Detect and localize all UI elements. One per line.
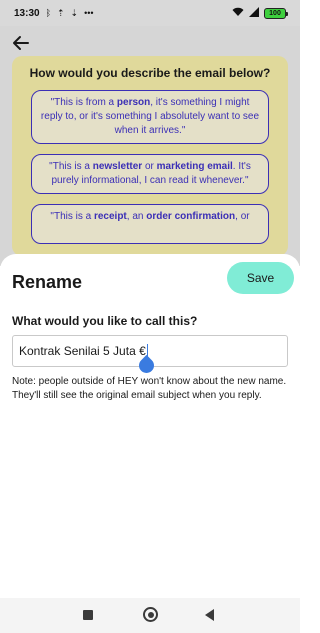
battery-icon: 100 (264, 7, 288, 19)
question-title: How would you describe the email below? (29, 66, 271, 80)
back-icon[interactable] (205, 609, 214, 621)
bluetooth-icon: ᛒ (45, 7, 51, 18)
upload-icon: ⇡ (56, 7, 65, 18)
field-label: What would you like to call this? (12, 314, 198, 328)
rename-note: Note: people outside of HEY won't know a… (12, 376, 287, 401)
option-receipt[interactable]: "This is a receipt, an order confirmatio… (31, 204, 269, 244)
status-bar: 13:30 ᛒ ⇡ ⇣ ••• 100 (0, 0, 300, 26)
rename-sheet: Rename Save What would you like to call … (0, 254, 300, 598)
navigation-bar (0, 598, 300, 633)
save-button[interactable]: Save (227, 262, 294, 294)
sheet-title: Rename (12, 272, 83, 292)
more-icon: ••• (84, 7, 94, 18)
status-right-icons: 100 (232, 7, 288, 19)
name-input-value: Kontrak Senilai 5 Juta € (19, 344, 146, 358)
download-icon: ⇣ (70, 7, 79, 18)
status-time: 13:30 (14, 7, 40, 19)
option-newsletter[interactable]: "This is a newsletter or marketing email… (31, 154, 269, 194)
signal-icon (249, 7, 259, 19)
wifi-icon (232, 7, 244, 19)
status-left-icons: ᛒ ⇡ ⇣ ••• (45, 7, 94, 18)
home-icon[interactable] (143, 607, 158, 622)
back-arrow-icon[interactable] (12, 34, 30, 52)
recents-icon[interactable] (83, 610, 93, 620)
option-person[interactable]: "This is from a person, it's something I… (31, 90, 269, 144)
